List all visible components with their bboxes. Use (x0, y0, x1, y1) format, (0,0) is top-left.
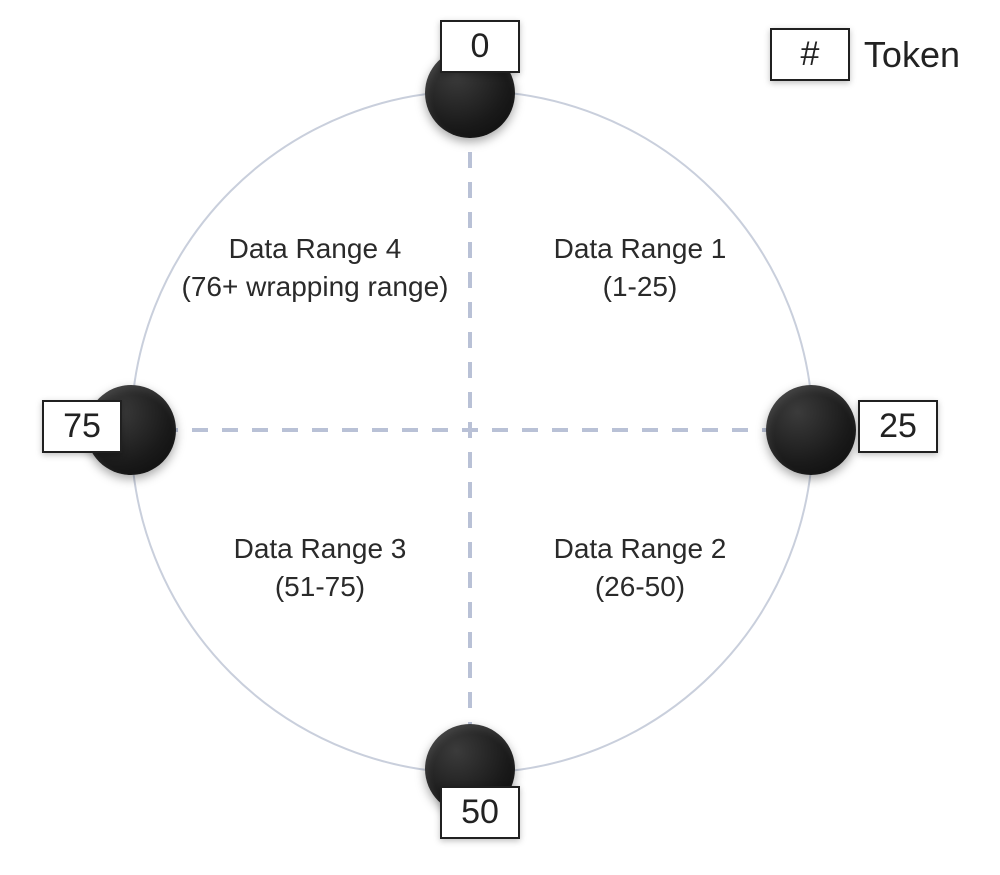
token-right: 25 (858, 400, 938, 453)
node-right (766, 385, 856, 475)
token-bottom: 50 (440, 786, 520, 839)
token-top: 0 (440, 20, 520, 73)
quadrant-4: Data Range 4 (76+ wrapping range) (165, 230, 465, 306)
quadrant-1-range: (1-25) (510, 268, 770, 306)
quadrant-3-title: Data Range 3 (200, 530, 440, 568)
quadrant-3: Data Range 3 (51-75) (200, 530, 440, 606)
legend-label: Token (864, 34, 960, 76)
quadrant-2: Data Range 2 (26-50) (510, 530, 770, 606)
quadrant-1: Data Range 1 (1-25) (510, 230, 770, 306)
quadrant-4-title: Data Range 4 (165, 230, 465, 268)
legend: # Token (770, 28, 960, 81)
quadrant-1-title: Data Range 1 (510, 230, 770, 268)
ring-diagram: Data Range 4 (76+ wrapping range) Data R… (0, 0, 1000, 875)
quadrant-2-range: (26-50) (510, 568, 770, 606)
quadrant-3-range: (51-75) (200, 568, 440, 606)
hash-ring (130, 90, 814, 774)
quadrant-4-range: (76+ wrapping range) (165, 268, 465, 306)
token-left: 75 (42, 400, 122, 453)
quadrant-2-title: Data Range 2 (510, 530, 770, 568)
ring-divider-horizontal (132, 428, 808, 432)
legend-symbol: # (770, 28, 850, 81)
